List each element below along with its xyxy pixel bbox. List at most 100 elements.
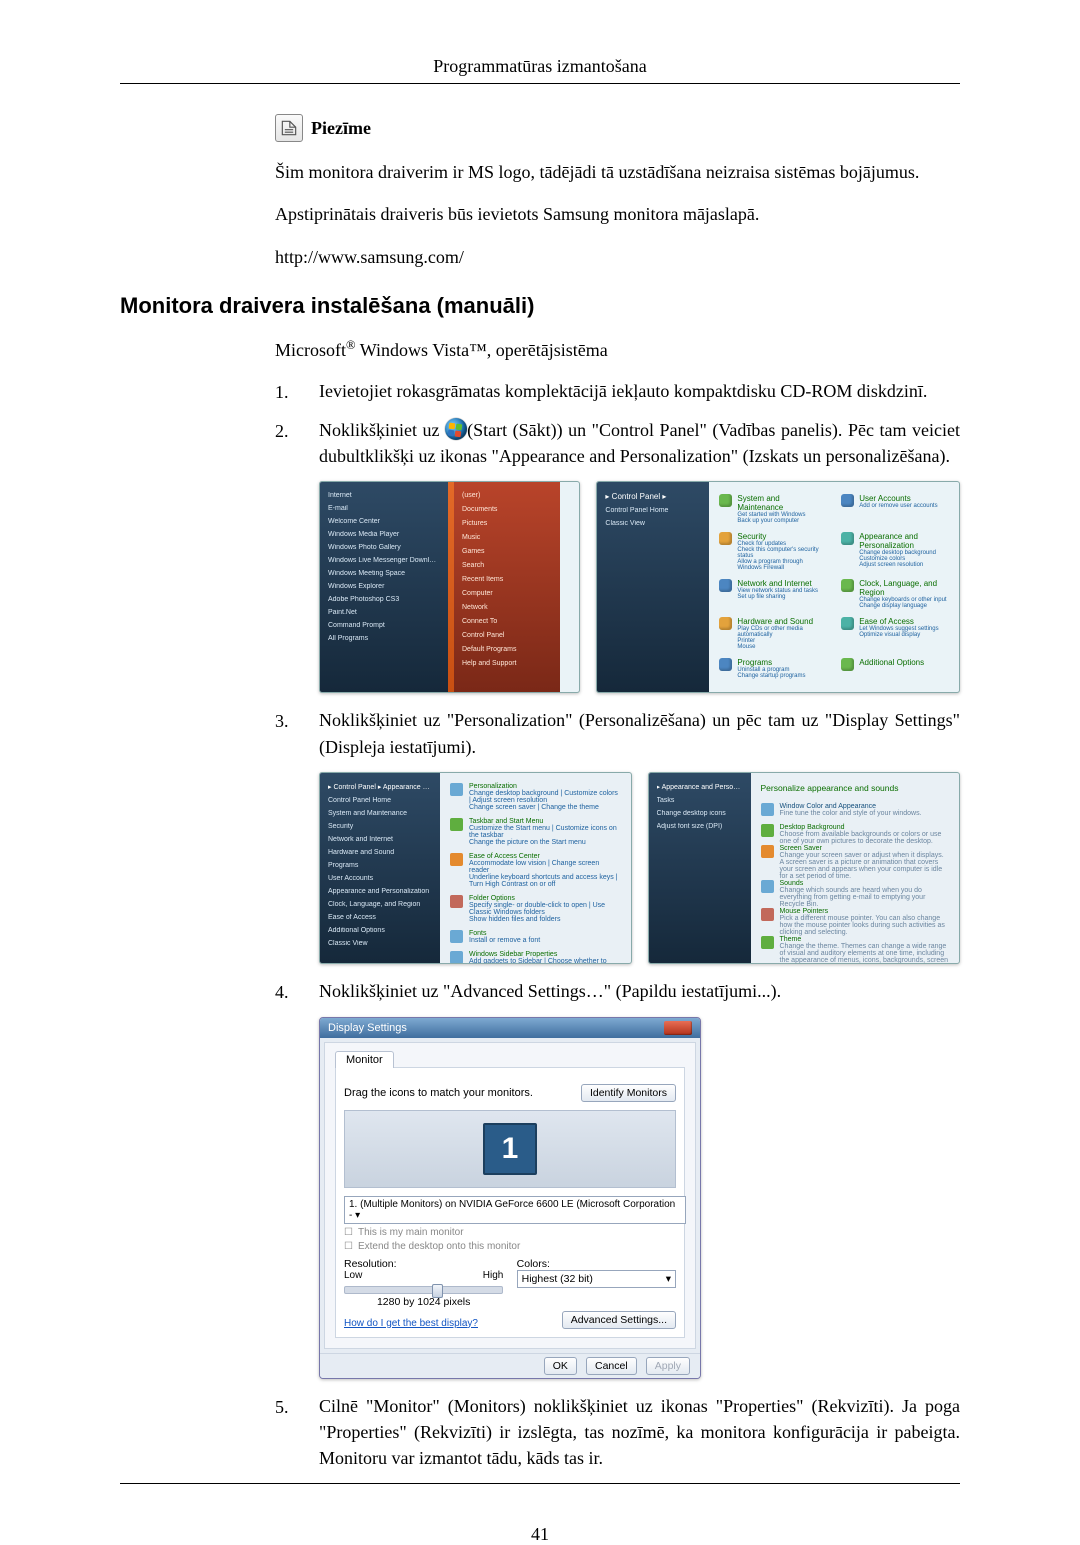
control-panel-screenshot: ▸ Control Panel ▸ Control Panel Home Clas… xyxy=(596,481,960,693)
ap-nav-item[interactable]: Security xyxy=(328,823,432,830)
note-para-2: Apstiprinātais draiveris būs ievietots S… xyxy=(275,202,960,226)
start-menu-item[interactable]: Command Prompt xyxy=(328,622,440,629)
start-menu-side-item[interactable]: Help and Support xyxy=(462,660,552,667)
note-icon xyxy=(275,114,303,142)
personalization-header: Personalize appearance and sounds xyxy=(761,783,950,793)
item-icon xyxy=(761,936,774,949)
start-menu-item[interactable]: Adobe Photoshop CS3 xyxy=(328,596,440,603)
best-display-link[interactable]: How do I get the best display? xyxy=(344,1318,478,1329)
step-4: 4. Noklikšķiniet uz "Advanced Settings…"… xyxy=(275,978,960,1005)
figure-start-and-control-panel: Internet E-mail Welcome Center Windows Medi… xyxy=(319,481,960,693)
ap-nav-item[interactable]: Network and Internet xyxy=(328,836,432,843)
cp-task-item[interactable]: Control Panel Home xyxy=(605,507,701,514)
start-menu-side-item[interactable]: Recent Items xyxy=(462,576,552,583)
close-icon[interactable] xyxy=(664,1021,692,1035)
start-menu-item[interactable]: Windows Meeting Space xyxy=(328,570,440,577)
display-select[interactable]: 1. (Multiple Monitors) on NVIDIA GeForce… xyxy=(344,1196,686,1224)
control-panel-category[interactable]: Appearance and PersonalizationChange des… xyxy=(841,532,949,571)
pz-nav-item[interactable]: Change desktop icons xyxy=(657,810,743,817)
appearance-section[interactable]: Ease of Access CenterAccommodate low vis… xyxy=(450,853,621,888)
appearance-section[interactable]: Windows Sidebar PropertiesAdd gadgets to… xyxy=(450,951,621,964)
ap-nav-item[interactable]: System and Maintenance xyxy=(328,810,432,817)
start-menu-side-item[interactable]: Connect To xyxy=(462,618,552,625)
start-menu-item[interactable]: Paint.Net xyxy=(328,609,440,616)
start-menu-side-item[interactable]: Documents xyxy=(462,506,552,513)
start-button-icon xyxy=(445,418,467,440)
cancel-button[interactable]: Cancel xyxy=(586,1357,637,1375)
start-menu-side-item[interactable]: Pictures xyxy=(462,520,552,527)
category-icon xyxy=(841,658,854,671)
monitor-1-icon[interactable]: 1 xyxy=(483,1123,537,1175)
appearance-section[interactable]: Folder OptionsSpecify single- or double-… xyxy=(450,895,621,923)
control-panel-category[interactable]: System and MaintenanceGet started with W… xyxy=(719,494,827,524)
start-menu-side-item[interactable]: Default Programs xyxy=(462,646,552,653)
control-panel-category[interactable]: Network and InternetView network status … xyxy=(719,579,827,609)
step-num: 4. xyxy=(275,978,319,1005)
ap-nav-item[interactable]: User Accounts xyxy=(328,875,432,882)
control-panel-category[interactable]: Ease of AccessLet Windows suggest settin… xyxy=(841,617,949,650)
step2-pre: Noklikšķiniet uz xyxy=(319,420,445,440)
pz-nav-item[interactable]: Adjust font size (DPI) xyxy=(657,823,743,830)
personalization-item[interactable]: SoundsChange which sounds are heard when… xyxy=(761,880,950,908)
ap-nav-item[interactable]: Clock, Language, and Region xyxy=(328,901,432,908)
ok-button[interactable]: OK xyxy=(544,1357,577,1375)
personalization-item[interactable]: ThemeChange the theme. Themes can change… xyxy=(761,936,950,964)
start-menu-item[interactable]: Internet xyxy=(328,492,440,499)
personalization-item[interactable]: Desktop BackgroundChoose from available … xyxy=(761,824,950,845)
step-num: 3. xyxy=(275,707,319,734)
start-menu-side-item[interactable]: Search xyxy=(462,562,552,569)
advanced-settings-button[interactable]: Advanced Settings... xyxy=(562,1311,676,1329)
appearance-section[interactable]: PersonalizationChange desktop background… xyxy=(450,783,621,811)
slider-low: Low xyxy=(344,1270,362,1281)
identify-monitors-button[interactable]: Identify Monitors xyxy=(581,1084,676,1102)
colors-dropdown[interactable]: Highest (32 bit)▾ xyxy=(517,1270,676,1288)
ap-nav-item[interactable]: Classic View xyxy=(328,940,432,947)
apply-button[interactable]: Apply xyxy=(646,1357,690,1375)
start-menu-side-item[interactable]: Games xyxy=(462,548,552,555)
pz-nav-item[interactable]: Tasks xyxy=(657,797,743,804)
ap-nav-item[interactable]: Programs xyxy=(328,862,432,869)
cp-task-item[interactable]: Classic View xyxy=(605,520,701,527)
control-panel-category[interactable]: User AccountsAdd or remove user accounts xyxy=(841,494,949,524)
page-number: 41 xyxy=(120,1524,960,1545)
colors-label: Colors: xyxy=(517,1258,676,1270)
start-menu-side-item[interactable]: Network xyxy=(462,604,552,611)
control-panel-category[interactable]: Hardware and SoundPlay CDs or other medi… xyxy=(719,617,827,650)
subtitle-pre: Microsoft xyxy=(275,340,346,360)
start-menu-side-item[interactable]: (user) xyxy=(462,492,552,499)
step-num: 5. xyxy=(275,1393,319,1420)
start-menu-item[interactable]: E-mail xyxy=(328,505,440,512)
resolution-slider[interactable] xyxy=(344,1286,503,1294)
ap-nav-item[interactable]: Additional Options xyxy=(328,927,432,934)
ap-nav-item[interactable]: Control Panel Home xyxy=(328,797,432,804)
section-icon xyxy=(450,818,463,831)
section-title: Monitora draivera instalēšana (manuāli) xyxy=(120,293,960,319)
tab-monitor[interactable]: Monitor xyxy=(335,1051,394,1068)
ap-nav-item[interactable]: Ease of Access xyxy=(328,914,432,921)
step-2: 2. Noklikšķiniet uz (Start (Sākt)) un "C… xyxy=(275,417,960,469)
start-menu-item[interactable]: Windows Media Player xyxy=(328,531,440,538)
step-num: 1. xyxy=(275,378,319,405)
control-panel-category[interactable]: ProgramsUninstall a programChange startu… xyxy=(719,658,827,679)
start-menu-item[interactable]: Windows Explorer xyxy=(328,583,440,590)
appearance-section[interactable]: Taskbar and Start MenuCustomize the Star… xyxy=(450,818,621,846)
ap-nav-item[interactable]: Appearance and Personalization xyxy=(328,888,432,895)
control-panel-category[interactable]: SecurityCheck for updatesCheck this comp… xyxy=(719,532,827,571)
start-menu-item[interactable]: All Programs xyxy=(328,635,440,642)
start-menu-item[interactable]: Windows Live Messenger Download xyxy=(328,557,440,564)
start-menu-side-item[interactable]: Control Panel xyxy=(462,632,552,639)
personalization-item[interactable]: Screen SaverChange your screen saver or … xyxy=(761,845,950,880)
start-menu-item[interactable]: Welcome Center xyxy=(328,518,440,525)
ap-nav-item[interactable]: Hardware and Sound xyxy=(328,849,432,856)
start-menu-item[interactable]: Windows Photo Gallery xyxy=(328,544,440,551)
start-menu-side-item[interactable]: Music xyxy=(462,534,552,541)
footer-rule xyxy=(120,1483,960,1484)
step-3: 3. Noklikšķiniet uz "Personalization" (P… xyxy=(275,707,960,759)
cp-breadcrumb: ▸ Control Panel ▸ xyxy=(605,492,701,501)
appearance-section[interactable]: FontsInstall or remove a font xyxy=(450,930,621,944)
control-panel-category[interactable]: Clock, Language, and RegionChange keyboa… xyxy=(841,579,949,609)
personalization-item[interactable]: Mouse PointersPick a different mouse poi… xyxy=(761,908,950,936)
start-menu-side-item[interactable]: Computer xyxy=(462,590,552,597)
category-icon xyxy=(719,532,732,545)
control-panel-category[interactable]: Additional Options xyxy=(841,658,949,679)
